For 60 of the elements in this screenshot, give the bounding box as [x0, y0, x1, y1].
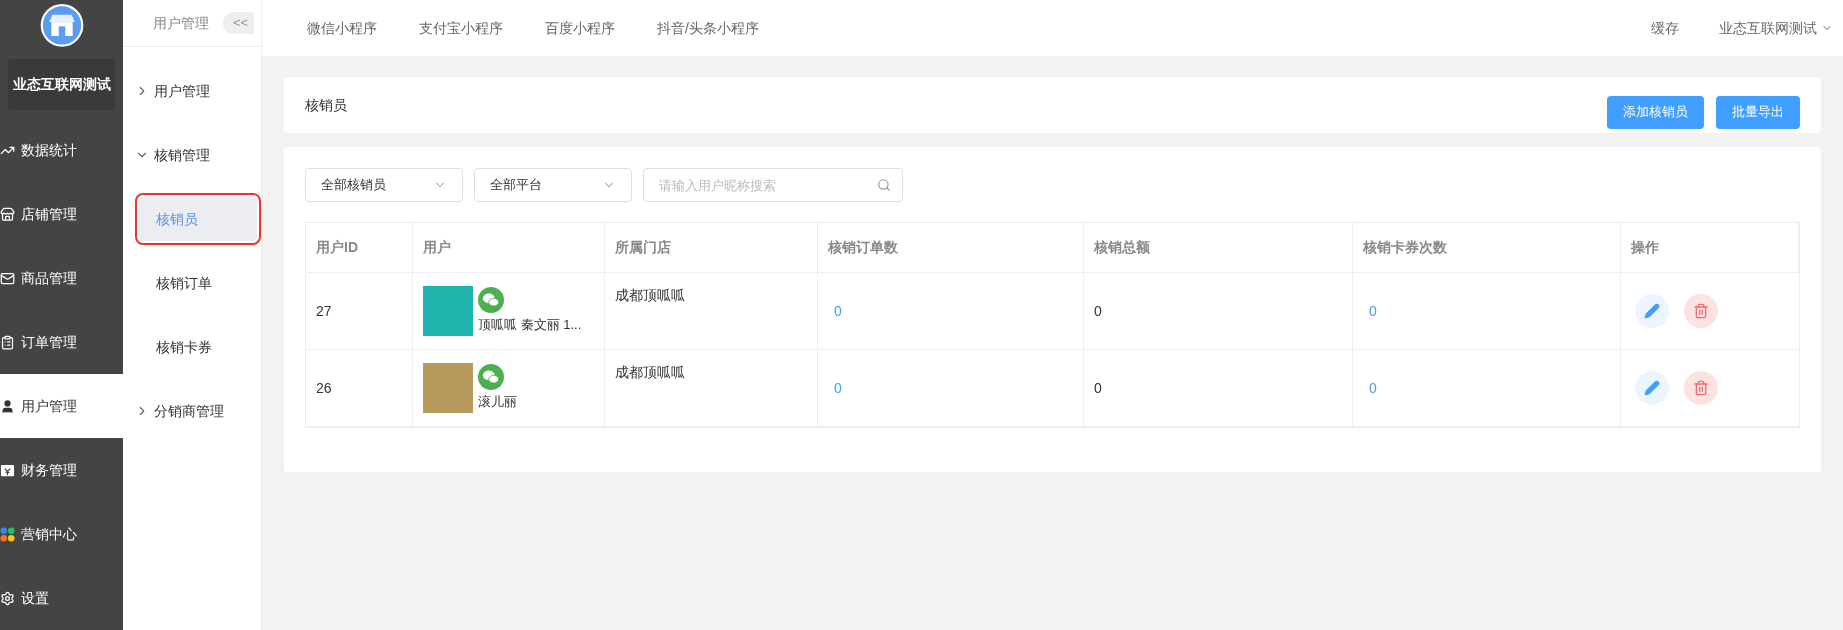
cache-link[interactable]: 缓存	[1651, 17, 1679, 39]
submenu-item[interactable]: 核销订单	[139, 261, 257, 305]
photo-placeholder	[423, 286, 473, 336]
delete-button[interactable]	[1684, 371, 1718, 405]
table-cell: 成都顶呱呱	[605, 350, 818, 426]
wechat-icon	[478, 287, 504, 314]
sidebar-item[interactable]: 设置	[0, 566, 123, 630]
sidebar-item[interactable]: 店铺管理	[0, 182, 123, 246]
column-header: 核销总额	[1084, 223, 1353, 272]
column-header: 操作	[1621, 223, 1799, 272]
account-menu[interactable]: 业态互联网测试	[1719, 17, 1833, 39]
trash-icon	[1693, 380, 1709, 396]
submenu-group[interactable]: 分销商管理	[123, 379, 261, 443]
pencil-icon	[1644, 380, 1660, 396]
platform-tab[interactable]: 抖音/头条小程序	[657, 17, 759, 39]
envelope-icon	[0, 270, 15, 286]
edit-button[interactable]	[1635, 371, 1669, 405]
search-field[interactable]: 请输入用户昵称搜索	[643, 168, 903, 202]
trash-icon	[1693, 303, 1709, 319]
submenu-group[interactable]: 核销管理	[123, 123, 261, 187]
submenu-title: 用户管理	[153, 13, 209, 33]
filter-select[interactable]: 全部核销员	[305, 168, 463, 202]
filter-select[interactable]: 全部平台	[474, 168, 632, 202]
table-cell: 0	[1084, 273, 1353, 349]
settings-icon	[0, 590, 15, 606]
table-cell: 0	[1084, 350, 1353, 426]
edit-button[interactable]	[1635, 294, 1669, 328]
wechat-icon	[478, 364, 504, 391]
pencil-icon	[1644, 303, 1660, 319]
column-header: 核销卡券次数	[1353, 223, 1621, 272]
sidebar-item[interactable]: 数据统计	[0, 118, 123, 182]
delete-button[interactable]	[1684, 294, 1718, 328]
sidebar-item[interactable]: 财务管理	[0, 438, 123, 502]
brand-name: 业态互联网测试	[8, 58, 115, 110]
store-icon	[0, 206, 15, 222]
submenu-item[interactable]: 核销卡券	[139, 325, 257, 369]
table-cell: 26	[306, 350, 413, 426]
user-name: 顶呱呱 秦文丽 1...	[478, 316, 582, 335]
sidebar-item[interactable]: 用户管理	[0, 374, 123, 438]
column-header: 核销订单数	[818, 223, 1084, 272]
platform-tab[interactable]: 微信小程序	[307, 17, 377, 39]
column-header: 用户	[413, 223, 605, 272]
column-header: 所属门店	[605, 223, 818, 272]
platform-tab[interactable]: 支付宝小程序	[419, 17, 503, 39]
photo-placeholder	[423, 363, 473, 413]
table-cell: 成都顶呱呱	[605, 273, 818, 349]
puzzle-icon	[0, 526, 15, 542]
store-logo-icon	[39, 4, 84, 47]
platform-tab[interactable]: 百度小程序	[545, 17, 615, 39]
submenu-group[interactable]: 用户管理	[123, 59, 261, 123]
user-icon	[0, 398, 15, 414]
sidebar-item[interactable]: 营销中心	[0, 502, 123, 566]
user-name: 滚儿丽	[478, 393, 517, 412]
sidebar-item[interactable]: 商品管理	[0, 246, 123, 310]
table-cell: 27	[306, 273, 413, 349]
page-title: 核销员	[305, 95, 347, 115]
search-icon	[877, 178, 891, 192]
column-header: 用户ID	[306, 223, 413, 272]
sidebar-item[interactable]: 订单管理	[0, 310, 123, 374]
clipboard-icon	[0, 334, 15, 350]
